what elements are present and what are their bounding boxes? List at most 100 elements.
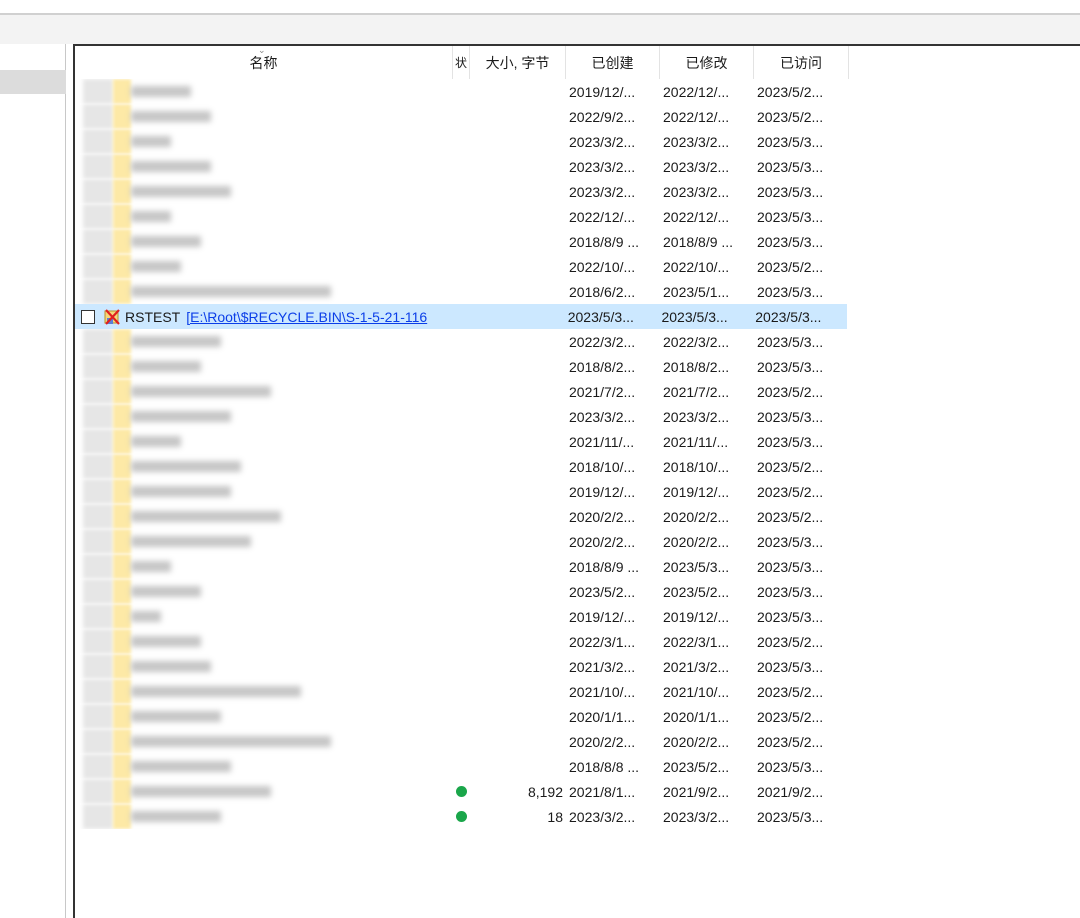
column-header-name[interactable]: ⌄ 名称 xyxy=(75,46,453,79)
table-row[interactable]: 2019/12/... 2022/12/... 2023/5/2... xyxy=(75,79,1080,104)
cell-name[interactable] xyxy=(75,329,453,354)
cell-name[interactable] xyxy=(75,604,453,629)
cell-size xyxy=(470,229,566,254)
table-row[interactable]: 2020/2/2... 2020/2/2... 2023/5/3... xyxy=(75,529,1080,554)
cell-accessed: 2023/5/3... xyxy=(757,133,824,150)
cell-name[interactable] xyxy=(75,529,453,554)
cell-name[interactable] xyxy=(75,679,453,704)
cell-name[interactable] xyxy=(75,79,453,104)
table-row[interactable]: 2023/3/2... 2023/3/2... 2023/5/3... xyxy=(75,404,1080,429)
cell-modified: 2021/11/... xyxy=(663,433,729,450)
table-row[interactable]: 2022/12/... 2022/12/... 2023/5/3... xyxy=(75,204,1080,229)
cell-accessed: 2023/5/2... xyxy=(757,483,824,500)
redacted-checkbox-area xyxy=(83,579,113,604)
table-row[interactable]: 2022/3/1... 2022/3/1... 2023/5/2... xyxy=(75,629,1080,654)
cell-state xyxy=(453,404,470,429)
table-row[interactable]: 2021/11/... 2021/11/... 2023/5/3... xyxy=(75,429,1080,454)
table-row[interactable]: 2019/12/... 2019/12/... 2023/5/3... xyxy=(75,604,1080,629)
cell-name[interactable] xyxy=(75,129,453,154)
cell-modified: 2022/10/... xyxy=(663,258,730,275)
cell-state xyxy=(453,129,470,154)
cell-name[interactable] xyxy=(75,404,453,429)
column-header-size[interactable]: 大小, 字节 xyxy=(470,46,566,79)
folder-tree-selected-item[interactable] xyxy=(0,70,66,94)
cell-name[interactable] xyxy=(75,179,453,204)
table-row[interactable]: 2023/3/2... 2023/3/2... 2023/5/3... xyxy=(75,154,1080,179)
cell-name[interactable] xyxy=(75,204,453,229)
cell-name[interactable] xyxy=(75,254,453,279)
redacted-folder-icon xyxy=(113,579,131,604)
table-row[interactable]: 2018/10/... 2018/10/... 2023/5/2... xyxy=(75,454,1080,479)
table-row[interactable]: 2018/8/8 ... 2023/5/2... 2023/5/3... xyxy=(75,754,1080,779)
table-row[interactable]: 2019/12/... 2019/12/... 2023/5/2... xyxy=(75,479,1080,504)
redacted-file-name xyxy=(79,654,339,679)
cell-name[interactable] xyxy=(75,729,453,754)
table-row[interactable]: 8,192 2021/8/1... 2021/9/2... 2021/9/2... xyxy=(75,779,1080,804)
cell-created: 2023/3/2... xyxy=(569,133,636,150)
cell-name[interactable]: RSTEST [E:\Root\$RECYCLE.BIN\S-1-5-21-116 xyxy=(75,304,452,329)
table-row-selected[interactable]: RSTEST [E:\Root\$RECYCLE.BIN\S-1-5-21-116… xyxy=(75,304,847,329)
table-row[interactable]: 2021/3/2... 2021/3/2... 2023/5/3... xyxy=(75,654,1080,679)
cell-name[interactable] xyxy=(75,554,453,579)
cell-size xyxy=(470,129,566,154)
table-row[interactable]: 2018/6/2... 2023/5/1... 2023/5/3... xyxy=(75,279,1080,304)
table-row[interactable]: 2018/8/9 ... 2023/5/3... 2023/5/3... xyxy=(75,554,1080,579)
column-header-state[interactable]: 状 xyxy=(453,46,470,79)
table-row[interactable]: 2022/10/... 2022/10/... 2023/5/2... xyxy=(75,254,1080,279)
redacted-folder-icon xyxy=(113,754,131,779)
table-row[interactable]: 2022/9/2... 2022/12/... 2023/5/2... xyxy=(75,104,1080,129)
table-row[interactable]: 18 2023/3/2... 2023/3/2... 2023/5/3... xyxy=(75,804,1080,829)
table-row[interactable]: 2020/2/2... 2020/2/2... 2023/5/2... xyxy=(75,729,1080,754)
cell-size xyxy=(470,729,566,754)
column-header-accessed[interactable]: 已访问 xyxy=(754,46,849,79)
table-row[interactable]: 2023/3/2... 2023/3/2... 2023/5/3... xyxy=(75,179,1080,204)
redacted-checkbox-area xyxy=(83,254,113,279)
cell-name[interactable] xyxy=(75,504,453,529)
file-list-pane[interactable]: ⌄ 名称 状 大小, 字节 已创建 已修改 已访问 2019/12/... 202… xyxy=(73,44,1080,918)
redacted-file-name xyxy=(79,129,339,154)
redacted-file-name xyxy=(79,79,339,104)
cell-name[interactable] xyxy=(75,579,453,604)
cell-size xyxy=(470,329,566,354)
redacted-checkbox-area xyxy=(83,754,113,779)
cell-name[interactable] xyxy=(75,654,453,679)
cell-created: 2018/8/9 ... xyxy=(569,558,640,575)
redacted-folder-icon xyxy=(113,229,131,254)
cell-name[interactable] xyxy=(75,704,453,729)
table-row[interactable]: 2018/8/9 ... 2018/8/9 ... 2023/5/3... xyxy=(75,229,1080,254)
cell-created: 2023/3/2... xyxy=(569,158,636,175)
original-path-link[interactable]: [E:\Root\$RECYCLE.BIN\S-1-5-21-116 xyxy=(186,309,427,325)
redacted-file-name xyxy=(79,279,339,304)
cell-name[interactable] xyxy=(75,479,453,504)
cell-size xyxy=(470,529,566,554)
cell-name[interactable] xyxy=(75,279,453,304)
cell-name[interactable] xyxy=(75,104,453,129)
cell-name[interactable] xyxy=(75,229,453,254)
redacted-checkbox-area xyxy=(83,129,113,154)
table-row[interactable]: 2020/2/2... 2020/2/2... 2023/5/2... xyxy=(75,504,1080,529)
cell-accessed: 2023/5/3... xyxy=(757,808,824,825)
table-row[interactable]: 2020/1/1... 2020/1/1... 2023/5/2... xyxy=(75,704,1080,729)
table-row[interactable]: 2023/5/2... 2023/5/2... 2023/5/3... xyxy=(75,579,1080,604)
status-dot-icon xyxy=(456,811,467,822)
table-row[interactable]: 2023/3/2... 2023/3/2... 2023/5/3... xyxy=(75,129,1080,154)
row-checkbox[interactable] xyxy=(81,309,95,324)
cell-name[interactable] xyxy=(75,429,453,454)
cell-name[interactable] xyxy=(75,629,453,654)
cell-name[interactable] xyxy=(75,804,453,829)
folder-tree-pane[interactable] xyxy=(0,44,66,918)
cell-created: 2020/1/1... xyxy=(569,708,636,725)
table-row[interactable]: 2021/10/... 2021/10/... 2023/5/2... xyxy=(75,679,1080,704)
cell-modified: 2023/5/1... xyxy=(663,283,730,300)
column-header-modified[interactable]: 已修改 xyxy=(660,46,754,79)
cell-name[interactable] xyxy=(75,154,453,179)
column-header-created[interactable]: 已创建 xyxy=(566,46,660,79)
cell-name[interactable] xyxy=(75,754,453,779)
table-row[interactable]: 2021/7/2... 2021/7/2... 2023/5/2... xyxy=(75,379,1080,404)
cell-name[interactable] xyxy=(75,779,453,804)
cell-name[interactable] xyxy=(75,354,453,379)
cell-name[interactable] xyxy=(75,454,453,479)
table-row[interactable]: 2018/8/2... 2018/8/2... 2023/5/3... xyxy=(75,354,1080,379)
table-row[interactable]: 2022/3/2... 2022/3/2... 2023/5/3... xyxy=(75,329,1080,354)
cell-name[interactable] xyxy=(75,379,453,404)
